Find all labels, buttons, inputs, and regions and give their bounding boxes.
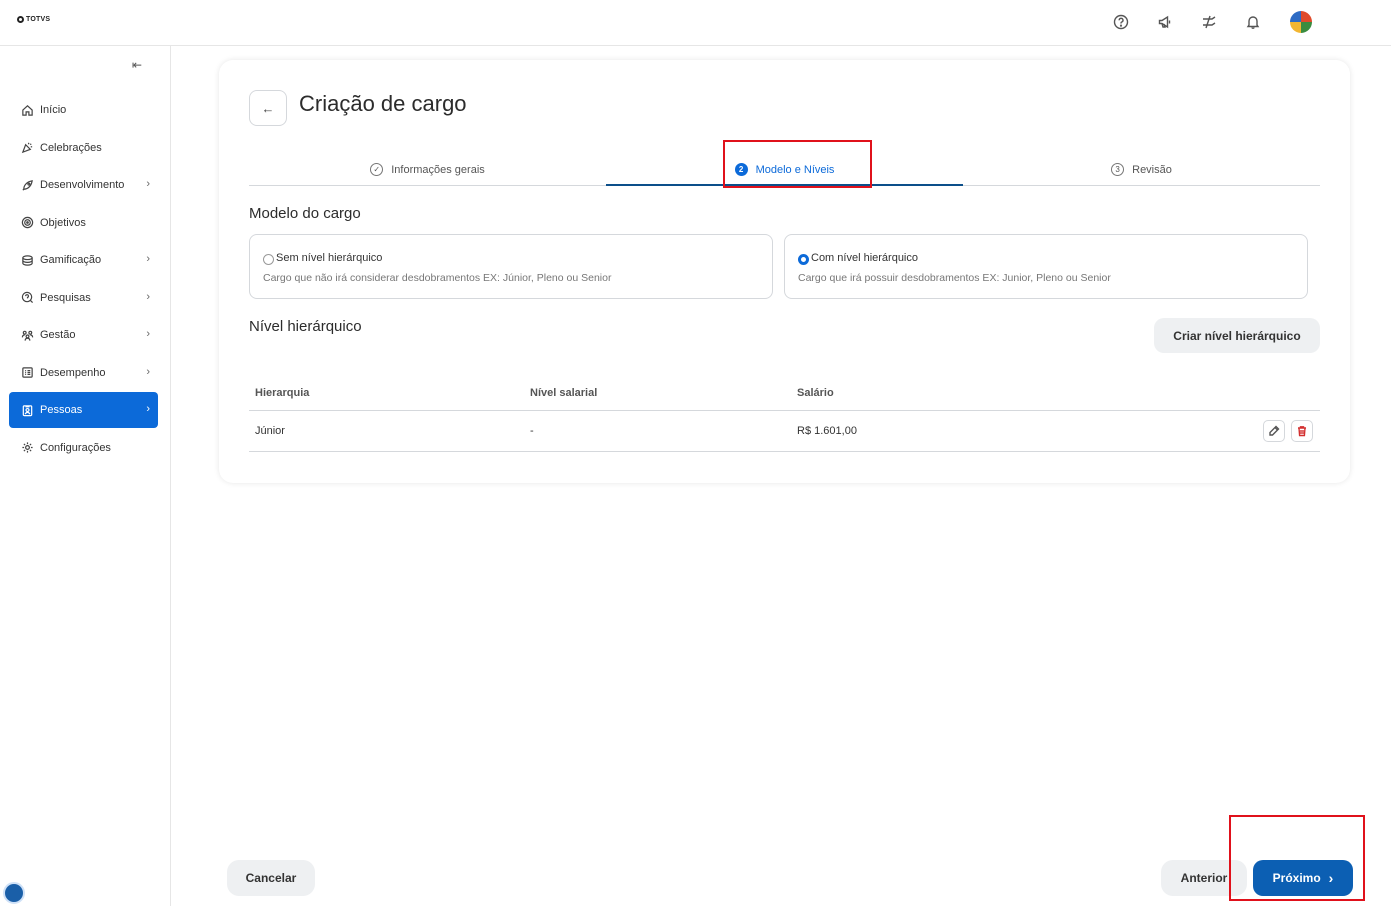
help-icon[interactable] [1110, 11, 1132, 33]
performance-icon [20, 366, 34, 380]
column-header: Salário [797, 386, 834, 399]
survey-icon [20, 291, 34, 305]
rocket-icon [20, 178, 34, 192]
top-bar: TOTVS [0, 0, 1391, 46]
user-avatar[interactable] [1290, 11, 1312, 33]
sidebar-item-celebracoes[interactable]: Celebrações [9, 130, 158, 166]
integration-icon[interactable] [1198, 11, 1220, 33]
step-revisao[interactable]: 3 Revisão [963, 154, 1320, 185]
radio-button[interactable] [263, 254, 274, 265]
sidebar-nav: Início Celebrações Desenvolvimento › Obj… [9, 92, 158, 467]
sidebar-item-configuracoes[interactable]: Configurações [9, 430, 158, 466]
chevron-right-icon: › [146, 403, 150, 415]
totvs-logo[interactable]: TOTVS [17, 16, 50, 23]
levels-table: Hierarquia Nível salarial Salário Júnior… [249, 375, 1320, 452]
edit-icon[interactable] [1263, 420, 1285, 442]
cell-nivel-salarial: - [530, 425, 534, 437]
chevron-right-icon: › [146, 365, 150, 378]
sidebar-item-desempenho[interactable]: Desempenho › [9, 355, 158, 391]
sidebar-item-objetivos[interactable]: Objetivos [9, 205, 158, 241]
model-section-title: Modelo do cargo [249, 205, 361, 222]
chat-help-icon[interactable] [3, 882, 25, 904]
step-informacoes-gerais[interactable]: ✓ Informações gerais [249, 154, 606, 185]
column-header: Nível salarial [530, 386, 598, 399]
highlight-next-annotation [1229, 815, 1365, 901]
sidebar-item-gamificacao[interactable]: Gamificação › [9, 242, 158, 278]
radio-button-selected[interactable] [798, 254, 809, 265]
top-icons [1110, 11, 1286, 33]
cell-hierarquia: Júnior [255, 425, 285, 437]
column-header: Hierarquia [255, 386, 310, 399]
sidebar: ⇤ Início Celebrações Desenvolvimento › O… [0, 46, 171, 906]
chevron-right-icon: › [146, 328, 150, 340]
home-icon [20, 103, 34, 117]
megaphone-icon[interactable] [1154, 11, 1176, 33]
chevron-right-icon: › [146, 253, 150, 265]
page-title: Criação de cargo [299, 91, 467, 116]
create-level-button[interactable]: Criar nível hierárquico [1154, 318, 1320, 353]
option-sem-nivel[interactable]: Sem nível hierárquico Cargo que não irá … [249, 234, 773, 299]
sidebar-item-desenvolvimento[interactable]: Desenvolvimento › [9, 167, 158, 203]
cancel-button[interactable]: Cancelar [227, 860, 315, 896]
sidebar-item-gestao[interactable]: Gestão › [9, 317, 158, 353]
gamification-icon [20, 253, 34, 267]
job-creation-card: ← Criação de cargo ✓ Informações gerais … [219, 60, 1350, 483]
badge-icon [20, 403, 34, 417]
sidebar-item-pessoas[interactable]: Pessoas › [9, 392, 158, 428]
levels-section-title: Nível hierárquico [249, 318, 362, 335]
chevron-right-icon: › [146, 290, 150, 303]
cell-salario: R$ 1.601,00 [797, 425, 857, 437]
table-header: Hierarquia Nível salarial Salário [249, 375, 1320, 411]
team-icon [20, 328, 34, 342]
step-number-badge: 3 [1111, 163, 1125, 176]
chevron-right-icon: › [146, 178, 150, 190]
sidebar-item-pesquisas[interactable]: Pesquisas › [9, 280, 158, 316]
highlight-step-annotation [723, 140, 872, 188]
bell-icon[interactable] [1242, 11, 1264, 33]
table-row: Júnior - R$ 1.601,00 [249, 411, 1320, 452]
sidebar-item-inicio[interactable]: Início [9, 92, 158, 128]
delete-icon[interactable] [1291, 420, 1313, 442]
gear-icon [20, 441, 34, 455]
party-icon [20, 141, 34, 155]
check-circle-icon: ✓ [370, 163, 384, 176]
back-button[interactable]: ← [249, 90, 287, 126]
target-icon [20, 216, 34, 230]
logo-ring-icon [17, 16, 24, 23]
option-com-nivel[interactable]: Com nível hierárquico Cargo que irá poss… [784, 234, 1308, 299]
collapse-sidebar-icon[interactable]: ⇤ [132, 58, 142, 72]
